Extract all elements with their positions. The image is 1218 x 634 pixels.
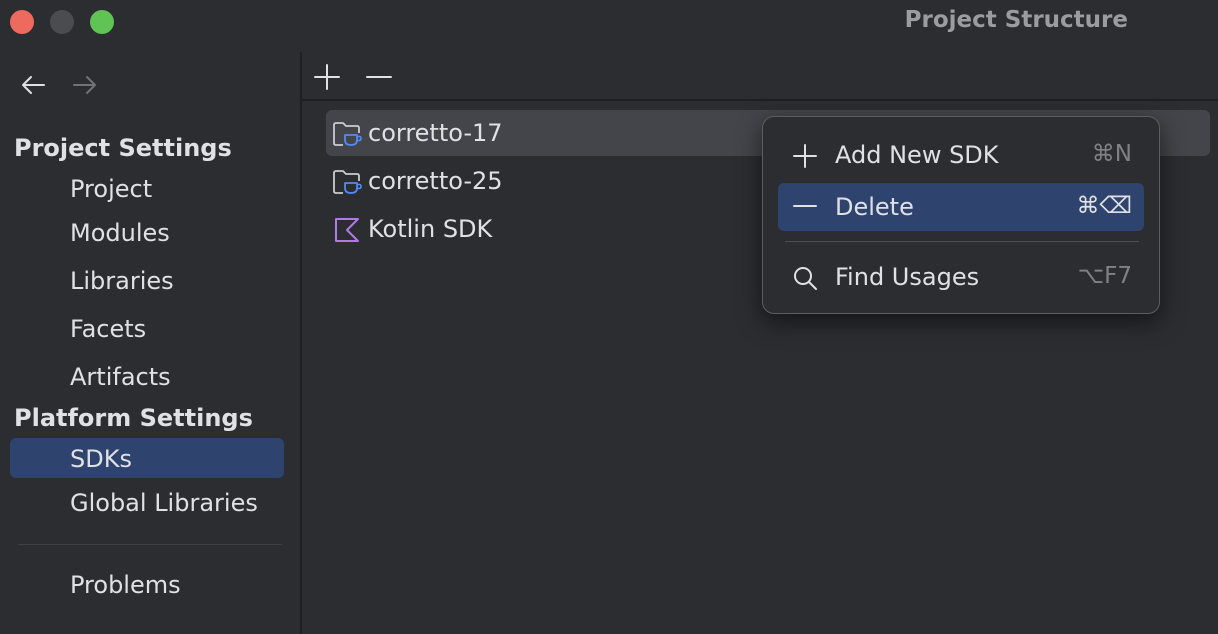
project-settings-header: Project Settings xyxy=(14,134,232,162)
sdk-item-label: corretto-17 xyxy=(368,119,503,147)
project-structure-window: Project Structure Project Settings Proje… xyxy=(0,0,1218,634)
sidebar-item-label: Libraries xyxy=(70,267,174,295)
sidebar-item-label: Global Libraries xyxy=(70,489,258,517)
sidebar-divider xyxy=(18,544,282,545)
sidebar-item-label: Artifacts xyxy=(70,363,171,391)
sidebar-item-label: SDKs xyxy=(70,445,132,473)
forward-arrow-icon[interactable] xyxy=(70,70,100,100)
sdk-item-label: corretto-25 xyxy=(368,167,503,195)
minus-icon xyxy=(793,205,817,207)
minus-icon xyxy=(366,76,392,78)
sidebar-item-label: Project xyxy=(70,175,153,203)
jdk-folder-icon xyxy=(333,170,362,194)
menu-item-shortcut: ⌘N xyxy=(1091,141,1132,167)
sdk-context-menu: Add New SDK ⌘N Delete ⌘⌫ Find Usages ⌥F7 xyxy=(762,116,1160,314)
close-window-button[interactable] xyxy=(10,10,34,34)
sidebar-item-problems[interactable]: Problems xyxy=(10,564,284,604)
remove-sdk-button[interactable] xyxy=(364,62,394,92)
sidebar-item-libraries[interactable]: Libraries xyxy=(10,260,284,300)
menu-item-add-new-sdk[interactable]: Add New SDK ⌘N xyxy=(778,131,1144,179)
title-bar: Project Structure xyxy=(0,0,1218,44)
maximize-window-button[interactable] xyxy=(90,10,114,34)
sidebar-item-artifacts[interactable]: Artifacts xyxy=(10,356,284,396)
menu-item-shortcut: ⌥F7 xyxy=(1077,263,1132,289)
menu-item-label: Find Usages xyxy=(835,263,980,291)
window-title: Project Structure xyxy=(904,7,1128,33)
menu-item-label: Add New SDK xyxy=(835,141,999,169)
add-sdk-button[interactable] xyxy=(312,62,342,92)
sdk-item-label: Kotlin SDK xyxy=(368,215,493,243)
menu-item-find-usages[interactable]: Find Usages ⌥F7 xyxy=(778,253,1144,301)
sidebar-item-modules[interactable]: Modules xyxy=(10,212,284,252)
sidebar-item-project[interactable]: Project xyxy=(10,168,284,208)
minimize-window-button[interactable] xyxy=(50,10,74,34)
sidebar-item-label: Modules xyxy=(70,219,170,247)
kotlin-icon xyxy=(335,218,359,242)
sidebar-item-global-libraries[interactable]: Global Libraries xyxy=(10,482,284,522)
sidebar-item-label: Problems xyxy=(70,571,181,599)
search-icon xyxy=(794,267,817,290)
back-arrow-icon[interactable] xyxy=(18,70,48,100)
jdk-folder-icon xyxy=(333,122,362,146)
platform-settings-header: Platform Settings xyxy=(14,404,253,432)
sidebar: Project Settings Project Modules Librari… xyxy=(0,52,300,634)
sidebar-item-facets[interactable]: Facets xyxy=(10,308,284,348)
menu-item-label: Delete xyxy=(835,193,914,221)
plus-icon xyxy=(793,144,817,168)
plus-icon xyxy=(314,64,340,90)
sidebar-item-label: Facets xyxy=(70,315,147,343)
menu-separator xyxy=(785,241,1139,242)
toolbar-divider xyxy=(302,99,1218,101)
menu-item-shortcut: ⌘⌫ xyxy=(1076,193,1132,219)
sidebar-item-sdks[interactable]: SDKs xyxy=(10,438,284,478)
menu-item-delete[interactable]: Delete ⌘⌫ xyxy=(778,183,1144,231)
